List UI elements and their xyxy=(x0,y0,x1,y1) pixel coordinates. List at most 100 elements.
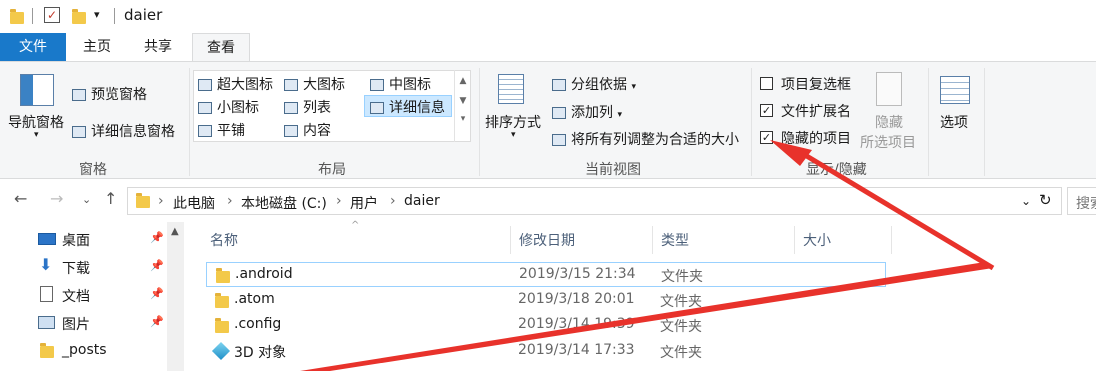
breadcrumb-users[interactable]: 用户 xyxy=(350,193,378,213)
ribbon-tabs: 文件 主页 共享 查看 xyxy=(0,33,1096,62)
fit-columns-button[interactable]: 将所有列调整为合适的大小 xyxy=(552,129,739,149)
nav-item-label: 文档 xyxy=(62,289,90,305)
column-divider[interactable] xyxy=(794,226,795,254)
tab-view[interactable]: 查看 xyxy=(192,33,250,62)
table-row[interactable]: .atom 2019/3/18 20:01 文件夹 xyxy=(206,288,886,313)
document-icon xyxy=(40,286,53,302)
nav-item-desktop[interactable]: 桌面 📌 xyxy=(36,226,166,252)
column-header-type[interactable]: 类型 xyxy=(661,230,689,250)
scroll-down-icon[interactable]: ▼ xyxy=(455,96,471,106)
navigation-pane: 桌面 📌 ⬇ 下载 📌 文档 📌 图片 📌 _posts ▲ xyxy=(0,222,184,371)
pin-icon[interactable]: 📌 xyxy=(150,315,164,328)
hidden-items-checkbox[interactable]: ✓ xyxy=(760,131,773,144)
forward-arrow-icon[interactable]: → xyxy=(50,189,63,208)
refresh-icon[interactable]: ↻ xyxy=(1039,191,1052,209)
sort-by-icon xyxy=(498,74,524,104)
small-icons-icon xyxy=(198,102,212,114)
layout-large-icons[interactable]: 大图标 xyxy=(284,74,345,94)
hide-selected-label: 隐藏 xyxy=(875,115,903,131)
column-divider[interactable] xyxy=(510,226,511,254)
layout-gallery-scroll[interactable]: ▲ ▼ ▾ xyxy=(454,70,471,142)
3d-objects-icon xyxy=(211,341,231,361)
file-date: 2019/3/18 20:01 xyxy=(518,291,635,307)
search-input[interactable]: 搜索 xyxy=(1067,187,1096,215)
file-extensions-label[interactable]: 文件扩展名 xyxy=(781,101,851,121)
title-separator xyxy=(114,8,115,24)
more-icon[interactable]: ▾ xyxy=(455,114,471,124)
scroll-up-icon[interactable]: ▲ xyxy=(171,226,179,237)
layout-tiles[interactable]: 平铺 xyxy=(198,120,245,140)
address-bar[interactable]: › 此电脑 › 本地磁盘 (C:) › 用户 › daier ⌄ ↻ xyxy=(127,187,1062,215)
address-dropdown-icon[interactable]: ⌄ xyxy=(1021,194,1031,208)
extra-large-icons-icon xyxy=(198,79,212,91)
nav-pane-button[interactable]: 导航窗格 ▾ xyxy=(6,70,68,150)
folder-icon xyxy=(215,293,229,308)
column-header-size[interactable]: 大小 xyxy=(803,230,831,250)
layout-details[interactable]: 详细信息 xyxy=(370,97,445,117)
column-divider[interactable] xyxy=(891,226,892,254)
item-checkboxes-label[interactable]: 项目复选框 xyxy=(781,74,851,94)
recent-chevron-icon[interactable]: ⌄ xyxy=(82,193,91,206)
hidden-items-label[interactable]: 隐藏的项目 xyxy=(781,128,851,148)
file-extensions-checkbox[interactable]: ✓ xyxy=(760,104,773,117)
hide-selected-button[interactable]: 隐藏 所选项目 xyxy=(858,70,920,151)
chevron-down-icon: ▾ xyxy=(511,130,516,140)
file-name: 3D 对象 xyxy=(234,345,287,361)
table-row[interactable]: 3D 对象 2019/3/14 17:33 文件夹 xyxy=(206,339,886,364)
tab-home[interactable]: 主页 xyxy=(72,33,122,61)
breadcrumb-local-disk[interactable]: 本地磁盘 (C:) xyxy=(241,193,327,213)
crumb-separator-icon[interactable]: › xyxy=(390,193,396,209)
layout-content[interactable]: 内容 xyxy=(284,120,331,140)
item-checkboxes-checkbox[interactable] xyxy=(760,77,773,90)
file-date: 2019/3/14 17:33 xyxy=(518,342,635,358)
nav-item-posts[interactable]: _posts xyxy=(36,338,166,364)
details-pane-button[interactable]: 详细信息窗格 xyxy=(72,121,175,141)
pin-icon[interactable]: 📌 xyxy=(150,287,164,300)
nav-item-downloads[interactable]: ⬇ 下载 📌 xyxy=(36,254,166,280)
add-column-button[interactable]: 添加列 ▾ xyxy=(552,102,622,122)
hide-selected-label-2: 所选项目 xyxy=(860,135,916,151)
preview-pane-label: 预览窗格 xyxy=(91,87,147,103)
folder-icon xyxy=(40,343,54,358)
customize-toolbar-icon[interactable]: ▾ xyxy=(94,8,100,21)
title-bar: ✓ ▾ daier xyxy=(0,0,1096,33)
group-label-panes: 窗格 xyxy=(79,162,107,178)
pin-icon[interactable]: 📌 xyxy=(150,259,164,272)
file-type: 文件夹 xyxy=(660,319,702,335)
nav-pane-scrollbar[interactable]: ▲ xyxy=(167,222,184,371)
breadcrumb-this-pc[interactable]: 此电脑 xyxy=(173,193,215,213)
tab-share[interactable]: 共享 xyxy=(132,33,184,61)
breadcrumb-daier[interactable]: daier xyxy=(404,193,440,209)
group-by-button[interactable]: 分组依据 ▾ xyxy=(552,74,636,94)
table-row[interactable]: .config 2019/3/14 19:39 文件夹 xyxy=(206,313,886,338)
layout-extra-large-icons[interactable]: 超大图标 xyxy=(198,74,273,94)
column-header-name[interactable]: 名称 xyxy=(210,230,238,250)
layout-label: 详细信息 xyxy=(389,100,445,116)
column-header-date[interactable]: 修改日期 xyxy=(519,230,575,250)
crumb-separator-icon[interactable]: › xyxy=(158,193,164,209)
column-divider[interactable] xyxy=(652,226,653,254)
list-icon xyxy=(284,102,298,114)
nav-item-pictures[interactable]: 图片 📌 xyxy=(36,310,166,336)
large-icons-icon xyxy=(284,79,298,91)
preview-pane-button[interactable]: 预览窗格 xyxy=(72,84,147,104)
options-button[interactable]: 选项 xyxy=(934,70,980,150)
crumb-separator-icon[interactable]: › xyxy=(227,193,233,209)
nav-item-documents[interactable]: 文档 📌 xyxy=(36,282,166,308)
up-arrow-icon[interactable]: ↑ xyxy=(104,189,117,208)
pin-icon[interactable]: 📌 xyxy=(150,231,164,244)
sort-by-button[interactable]: 排序方式 ▾ xyxy=(485,70,543,150)
layout-medium-icons[interactable]: 中图标 xyxy=(370,74,431,94)
new-folder-icon[interactable] xyxy=(72,9,86,24)
chevron-down-icon: ▾ xyxy=(617,110,622,120)
back-arrow-icon[interactable]: ← xyxy=(14,189,27,208)
search-placeholder: 搜索 xyxy=(1076,196,1096,212)
properties-check-icon[interactable]: ✓ xyxy=(44,7,60,23)
scroll-up-icon[interactable]: ▲ xyxy=(455,76,471,86)
table-row[interactable]: .android 2019/3/15 21:34 文件夹 xyxy=(206,262,886,287)
layout-small-icons[interactable]: 小图标 xyxy=(198,97,259,117)
crumb-separator-icon[interactable]: › xyxy=(336,193,342,209)
layout-list[interactable]: 列表 xyxy=(284,97,331,117)
tab-file[interactable]: 文件 xyxy=(0,33,66,61)
details-pane-icon xyxy=(72,126,86,138)
